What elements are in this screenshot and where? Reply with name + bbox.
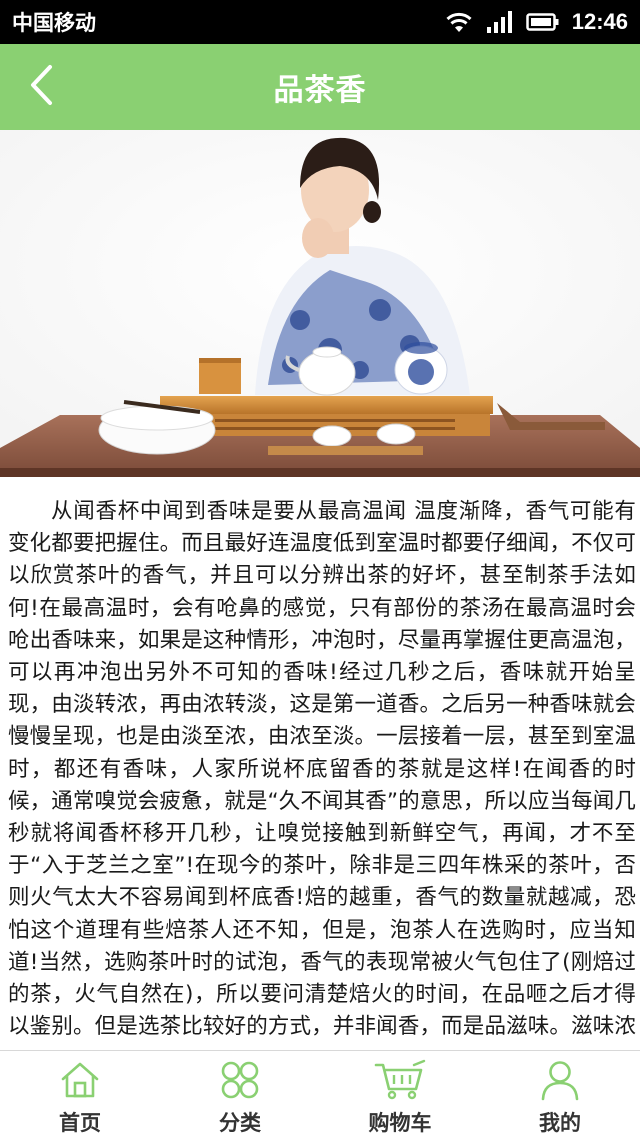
chevron-left-icon xyxy=(28,64,56,110)
tea-ceremony-image xyxy=(0,130,640,477)
home-icon xyxy=(59,1059,101,1101)
nav-item-cart[interactable]: 购物车 xyxy=(320,1051,480,1136)
battery-icon xyxy=(525,11,560,33)
back-button[interactable] xyxy=(14,58,70,116)
bottom-nav: 首页 分类 购物车 我的 xyxy=(0,1050,640,1136)
wifi-icon xyxy=(444,10,474,34)
status-icons: 12:46 xyxy=(444,9,628,35)
category-icon xyxy=(219,1059,261,1101)
page-title: 品茶香 xyxy=(273,73,367,108)
nav-label-profile: 我的 xyxy=(539,1111,581,1135)
cart-icon xyxy=(374,1059,426,1101)
status-bar: 中国移动 12:46 xyxy=(0,0,640,44)
signal-icon xyxy=(486,10,514,34)
app-header: 品茶香 xyxy=(0,44,640,130)
clock: 12:46 xyxy=(571,9,628,34)
nav-item-profile[interactable]: 我的 xyxy=(480,1051,640,1136)
nav-label-home: 首页 xyxy=(59,1111,101,1135)
nav-item-category[interactable]: 分类 xyxy=(160,1051,320,1136)
nav-item-home[interactable]: 首页 xyxy=(0,1051,160,1136)
nav-label-cart: 购物车 xyxy=(368,1111,432,1135)
article-body: 从闻香杯中闻到香味是要从最高温闻 温度渐降，香气可能有变化都要把握住。而且最好连… xyxy=(8,496,636,1044)
user-icon xyxy=(539,1059,581,1101)
article-paragraph: 从闻香杯中闻到香味是要从最高温闻 温度渐降，香气可能有变化都要把握住。而且最好连… xyxy=(8,499,636,1040)
carrier-name: 中国移动 xyxy=(12,11,96,35)
nav-label-category: 分类 xyxy=(219,1111,261,1135)
